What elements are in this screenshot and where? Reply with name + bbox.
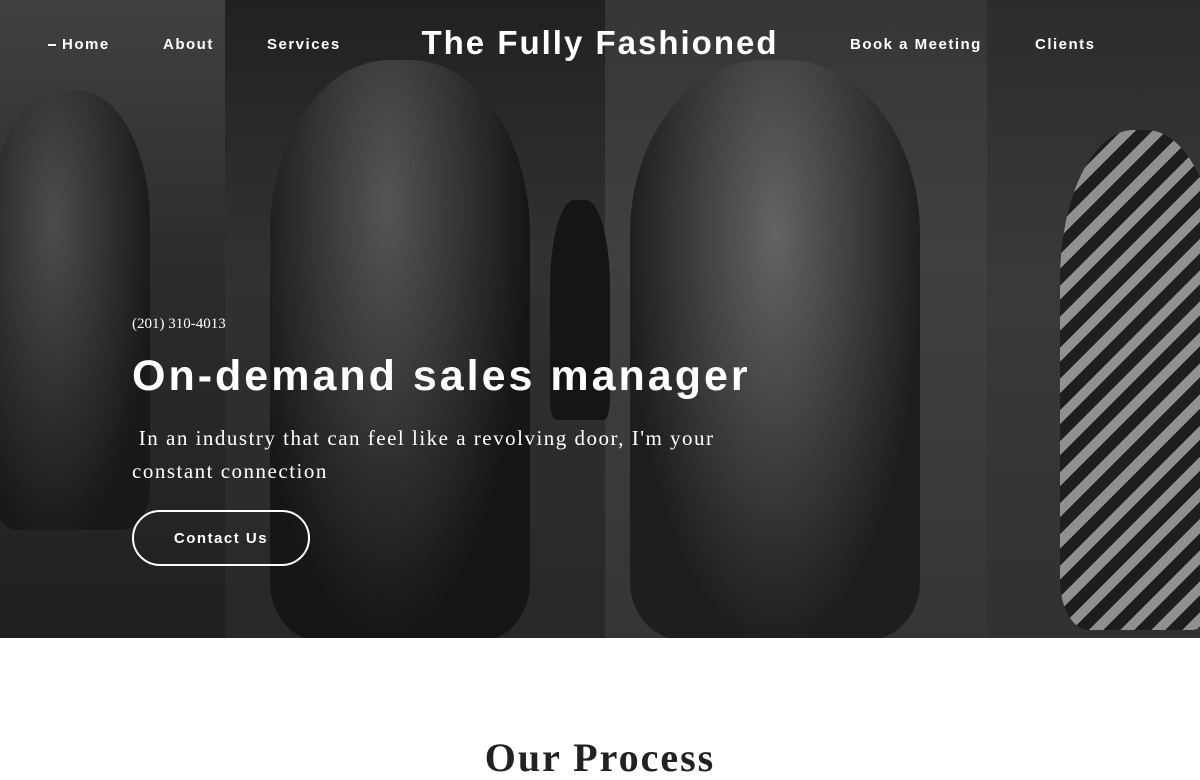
section-heading: Our Process (484, 735, 716, 780)
active-indicator (48, 44, 56, 47)
nav-clients-link[interactable]: Clients (1035, 36, 1096, 53)
nav-home-label: Home (62, 36, 110, 53)
hero-section: Home About Services Book a Meeting Clien… (0, 0, 1200, 638)
phone-number[interactable]: (201) 310-4013 (132, 316, 226, 333)
nav-services-link[interactable]: Services (267, 36, 341, 53)
hero-headline: On-demand sales manager (132, 352, 751, 400)
nav-about-link[interactable]: About (163, 36, 214, 53)
process-section (0, 638, 1200, 750)
nav-book-meeting-link[interactable]: Book a Meeting (850, 36, 982, 53)
hero-subtext: In an industry that can feel like a revo… (132, 426, 722, 483)
nav-home-link[interactable]: Home (48, 36, 110, 53)
site-title[interactable]: The Fully Fashioned (421, 24, 778, 61)
contact-us-button[interactable]: Contact Us (132, 510, 310, 566)
